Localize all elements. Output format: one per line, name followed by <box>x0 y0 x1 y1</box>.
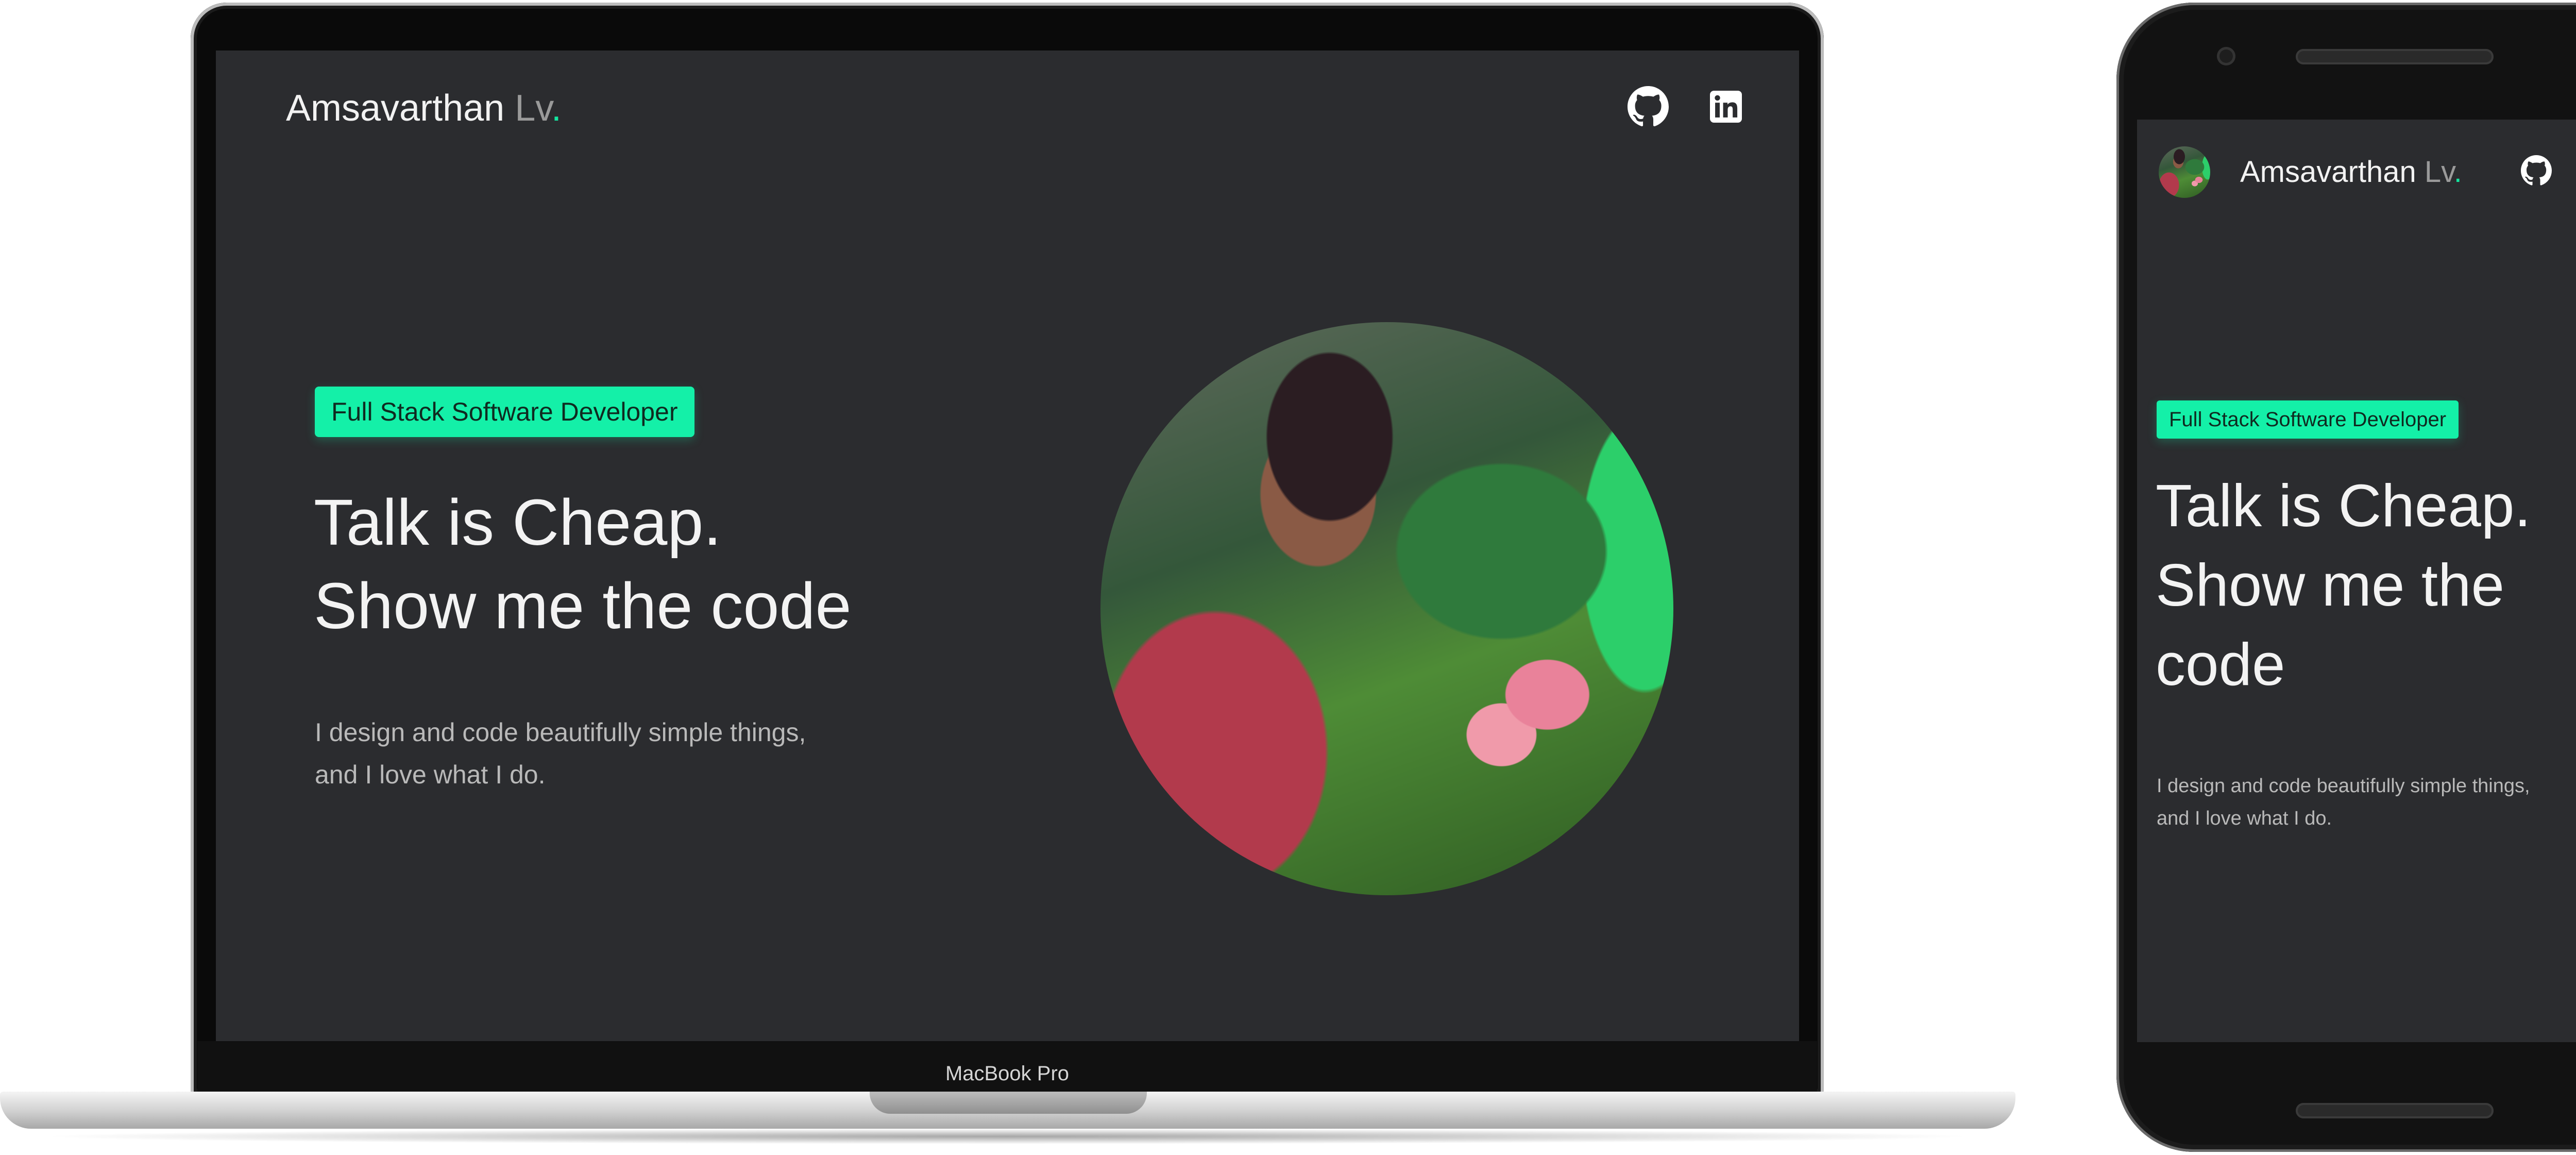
headline-line-2: Show me the <box>2156 551 2505 618</box>
brand-last-name: Lv <box>2424 155 2454 189</box>
brand-last-name: Lv <box>515 88 551 129</box>
laptop-screen: Amsavarthan Lv. Full Stack Software Deve… <box>216 51 1799 1041</box>
github-link[interactable] <box>1625 83 1671 130</box>
profile-photo <box>1100 322 1673 895</box>
subtitle-line-2: and I love what I do. <box>315 760 546 789</box>
linkedin-link[interactable] <box>1705 86 1747 127</box>
role-badge: Full Stack Software Developer <box>315 387 694 437</box>
brand-dot: . <box>2453 155 2462 189</box>
headline-line-2: Show me the code <box>314 570 852 642</box>
phone-camera <box>2217 47 2235 65</box>
brand-dot: . <box>551 88 562 129</box>
laptop-notch <box>870 1092 1147 1114</box>
subtitle-line-1: I design and code beautifully simple thi… <box>315 718 806 747</box>
brand-first-name: Amsavarthan <box>286 88 505 129</box>
hero-headline: Talk is Cheap. Show me the code <box>314 481 852 648</box>
phone-screen: Amsavarthan Lv. Full Stack Software Deve… <box>2137 120 2576 1042</box>
site-logo[interactable]: Amsavarthan Lv. <box>2240 153 2462 192</box>
hero-subtitle: I design and code beautifully simple thi… <box>315 711 806 796</box>
github-icon <box>1628 86 1669 127</box>
headline-line-3: code <box>2156 631 2285 698</box>
laptop-shadow <box>36 1129 1978 1144</box>
hero-headline: Talk is Cheap. Show me the code <box>2156 466 2531 704</box>
phone-speaker-top <box>2296 49 2494 64</box>
linkedin-icon <box>1710 91 1742 123</box>
laptop-model-label: MacBook Pro <box>945 1062 1070 1085</box>
headline-line-1: Talk is Cheap. <box>314 486 722 559</box>
github-link[interactable] <box>2518 153 2554 189</box>
subtitle-line-2: and I love what I do. <box>2157 808 2332 829</box>
github-icon <box>2521 155 2552 186</box>
role-badge: Full Stack Software Developer <box>2157 400 2459 439</box>
subtitle-line-1: I design and code beautifully simple thi… <box>2157 775 2530 797</box>
avatar[interactable] <box>2159 146 2210 198</box>
hero-subtitle: I design and code beautifully simple thi… <box>2157 770 2530 835</box>
headline-line-1: Talk is Cheap. <box>2156 472 2531 539</box>
brand-first-name: Amsavarthan <box>2240 155 2416 189</box>
phone-speaker-bottom <box>2296 1103 2494 1118</box>
site-logo[interactable]: Amsavarthan Lv. <box>286 86 562 131</box>
